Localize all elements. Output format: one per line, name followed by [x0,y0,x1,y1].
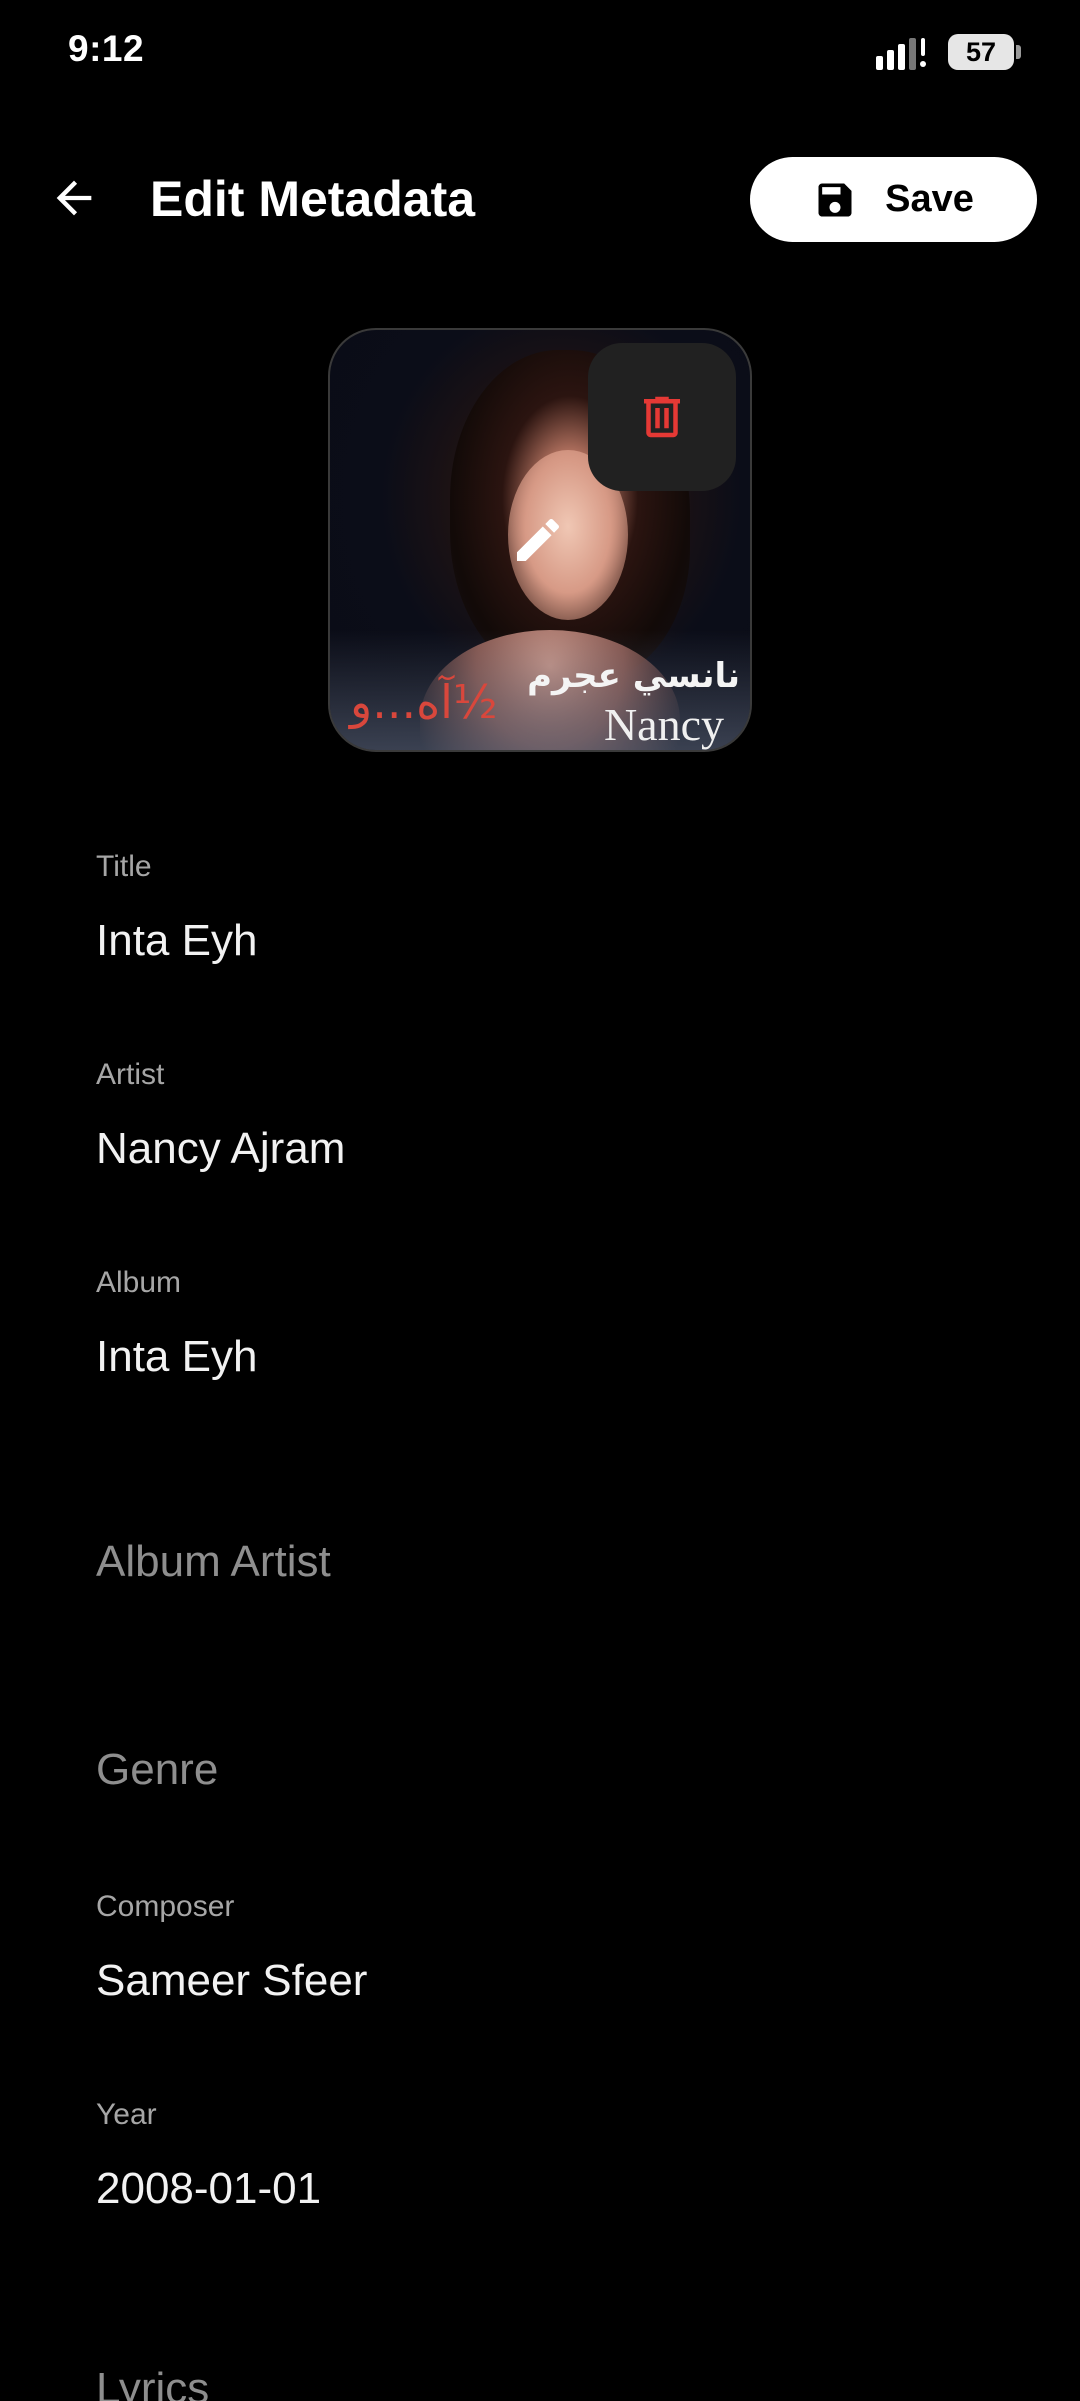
album-field[interactable]: Inta Eyh [96,1332,257,1382]
composer-field[interactable]: Sameer Sfeer [96,1956,367,2006]
genre-field[interactable]: Genre [96,1745,218,1795]
save-label: Save [885,178,974,220]
title-field[interactable]: Inta Eyh [96,916,257,966]
back-button[interactable] [44,168,104,228]
battery-level: 57 [948,34,1014,70]
battery-indicator: 57 [948,34,1022,70]
edit-metadata-screen: 9:12 57 Edit Metadata Save نانسي عجرم Na… [0,0,1080,2401]
save-icon [818,183,852,216]
title-label: Title [96,850,152,883]
artist-field[interactable]: Nancy Ajram [96,1124,345,1174]
artist-label: Artist [96,1058,165,1091]
delete-artwork-button[interactable] [588,343,736,491]
arrow-back-icon [56,180,92,216]
album-artist-field[interactable]: Album Artist [96,1537,331,1587]
artwork-arabic-text: نانسي عجرم [527,656,740,696]
status-time: 9:12 [68,28,145,69]
artwork-arabic-album: آه...و½ [350,675,498,729]
pencil-icon[interactable] [510,512,566,568]
lyrics-field[interactable]: Lyrics [96,2364,209,2401]
composer-label: Composer [96,1890,235,1923]
battery-nub [1016,45,1021,59]
album-label: Album [96,1266,182,1299]
year-field[interactable]: 2008-01-01 [96,2164,321,2214]
trash-icon [644,396,680,438]
artwork-latin-text: Nancy [603,699,724,750]
signal-icon [876,38,926,70]
year-label: Year [96,2098,157,2131]
save-button[interactable]: Save [750,157,1037,242]
page-title: Edit Metadata [150,171,476,227]
